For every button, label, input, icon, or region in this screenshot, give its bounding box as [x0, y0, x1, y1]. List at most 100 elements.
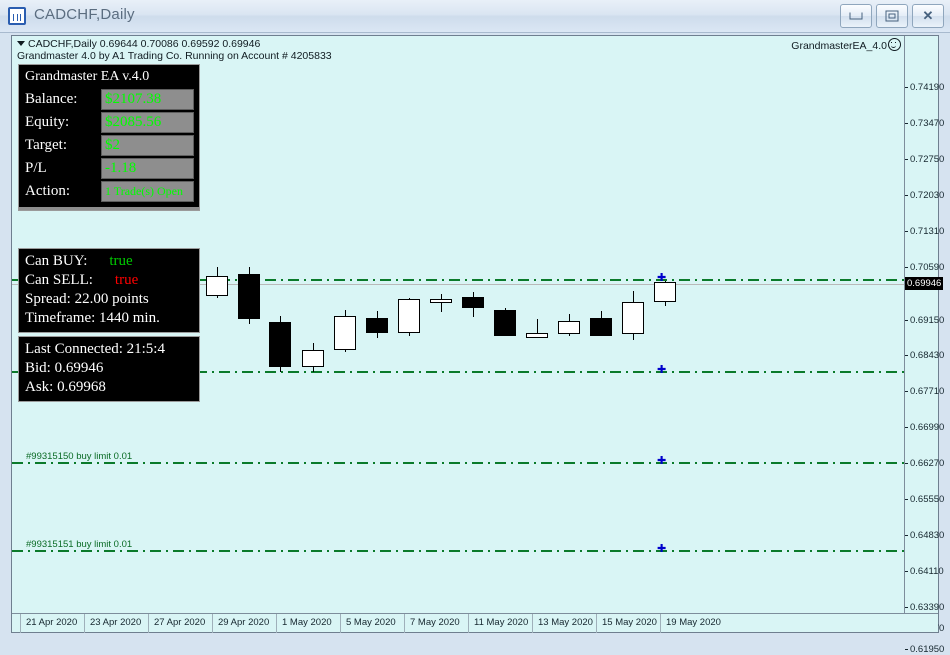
date-tick-separator: [596, 614, 597, 633]
ea-row-action: Action: 1 Trade(s) Open: [19, 180, 199, 203]
ea-value-balance[interactable]: $2107.38: [101, 89, 194, 110]
candle-body: [622, 302, 644, 334]
price-tick: 0.69150: [905, 315, 944, 326]
smiley-face-icon: [888, 38, 901, 51]
chart-header-ea-info: Grandmaster 4.0 by A1 Trading Co. Runnin…: [17, 50, 332, 62]
date-tick-separator: [340, 614, 341, 633]
candle-body: [269, 322, 291, 367]
price-tick: 0.66270: [905, 458, 944, 469]
mt4-chart-window: CADCHF,Daily ✕ CADCHF,Daily 0.69644 0.70…: [0, 0, 950, 639]
price-tick: 0.66990: [905, 422, 944, 433]
candle-body: [462, 297, 484, 308]
minimize-icon: [850, 13, 863, 20]
lower-level-arrow-icon: [657, 366, 666, 375]
ea-value-pl[interactable]: -1.18: [101, 158, 194, 179]
price-tick: 0.65550: [905, 494, 944, 505]
date-tick-separator: [660, 614, 661, 633]
minimize-button[interactable]: [840, 4, 872, 28]
price-tick: 0.64110: [905, 566, 944, 577]
candle-body: [494, 310, 516, 336]
restore-icon: [886, 11, 899, 22]
chart-plot-area[interactable]: CADCHF,Daily 0.69644 0.70086 0.69592 0.6…: [12, 36, 905, 614]
order-arrow-icon-2: [657, 545, 666, 554]
date-tick: 19 May 2020: [666, 617, 721, 628]
order-label-2[interactable]: #99315151 buy limit 0.01: [26, 539, 132, 550]
date-tick-separator: [212, 614, 213, 633]
ea-status-panel: Can BUY: true Can SELL:true Spread: 22.00…: [18, 248, 200, 333]
price-tick: 0.72030: [905, 190, 944, 201]
ea-name-tag: GrandmasterEA_4.0: [791, 38, 901, 52]
candle-body: [558, 321, 580, 334]
date-tick-separator: [276, 614, 277, 633]
price-tick: 0.68430: [905, 350, 944, 361]
date-tick: 29 Apr 2020: [218, 617, 269, 628]
ea-value-equity[interactable]: $2085.56: [101, 112, 194, 133]
ea-spread: Spread: 22.00 points: [19, 290, 199, 309]
close-icon: ✕: [922, 10, 935, 22]
close-button[interactable]: ✕: [912, 4, 944, 28]
date-tick: 27 Apr 2020: [154, 617, 205, 628]
ea-timeframe: Timeframe: 1440 min.: [19, 309, 199, 328]
window-title-bar: CADCHF,Daily ✕: [0, 0, 950, 33]
ea-panel-divider: [19, 207, 199, 210]
candle-body: [334, 316, 356, 350]
ea-can-sell-label: Can SELL:: [25, 272, 93, 288]
date-tick-separator: [84, 614, 85, 633]
ea-bid: Bid: 0.69946: [19, 359, 199, 378]
date-tick: 13 May 2020: [538, 617, 593, 628]
date-tick-separator: [468, 614, 469, 633]
current-price-label: 0.69946: [905, 277, 943, 290]
price-tick: 0.72750: [905, 154, 944, 165]
ea-can-buy-row: Can BUY: true: [19, 252, 199, 271]
order-line-1[interactable]: [12, 462, 905, 464]
ea-row-balance: Balance: $2107.38: [19, 88, 199, 111]
chart-frame[interactable]: CADCHF,Daily 0.69644 0.70086 0.69592 0.6…: [11, 35, 939, 633]
date-tick-separator: [148, 614, 149, 633]
candle-body: [654, 282, 676, 302]
date-tick: 7 May 2020: [410, 617, 460, 628]
order-label-1[interactable]: #99315150 buy limit 0.01: [26, 451, 132, 462]
date-tick: 21 Apr 2020: [26, 617, 77, 628]
price-tick: 0.70590: [905, 262, 944, 273]
restore-button[interactable]: [876, 4, 908, 28]
candle-body: [206, 276, 228, 296]
candle-body: [590, 318, 612, 336]
ea-can-buy-value: true: [109, 253, 132, 269]
ea-row-target: Target: $2: [19, 134, 199, 157]
chart-menu-triangle-icon[interactable]: [17, 41, 25, 46]
price-axis[interactable]: 0.741900.734700.727500.720300.713100.705…: [904, 36, 938, 614]
price-tick: 0.64830: [905, 530, 944, 541]
ea-can-buy-label: Can BUY:: [25, 253, 87, 269]
ea-label-target: Target:: [25, 137, 101, 154]
ea-panel-title: Grandmaster EA v.4.0: [19, 65, 199, 88]
ea-label-action: Action:: [25, 183, 101, 200]
ea-label-equity: Equity:: [25, 114, 101, 131]
window-controls: ✕: [840, 4, 944, 28]
ea-value-action[interactable]: 1 Trade(s) Open: [101, 181, 194, 202]
candle-body: [398, 299, 420, 333]
date-tick: 11 May 2020: [474, 617, 528, 628]
date-tick: 15 May 2020: [602, 617, 657, 628]
date-tick-separator: [404, 614, 405, 633]
ea-value-target[interactable]: $2: [101, 135, 194, 156]
time-axis[interactable]: 21 Apr 2020 23 Apr 2020 27 Apr 2020 29 Apr …: [12, 613, 938, 632]
ea-connection-panel: Last Connected: 21:5:4 Bid: 0.69946 Ask:…: [18, 336, 200, 402]
candle-wick: [441, 294, 442, 312]
date-tick: 23 Apr 2020: [90, 617, 141, 628]
candle-body: [366, 318, 388, 333]
chart-header-ohlc: CADCHF,Daily 0.69644 0.70086 0.69592 0.6…: [17, 38, 260, 50]
ea-can-sell-row: Can SELL:true: [19, 271, 199, 290]
price-tick: 0.67710: [905, 386, 944, 397]
ea-row-pl: P/L -1.18: [19, 157, 199, 180]
ea-ask: Ask: 0.69968: [19, 378, 199, 397]
ea-row-equity: Equity: $2085.56: [19, 111, 199, 134]
chart-window-icon: [8, 7, 26, 25]
date-tick-separator: [532, 614, 533, 633]
ea-info-panel: Grandmaster EA v.4.0 Balance: $2107.38 E…: [18, 64, 200, 211]
date-tick-separator: [20, 614, 21, 633]
ea-label-pl: P/L: [25, 160, 101, 177]
candle-body: [526, 333, 548, 338]
order-line-2[interactable]: [12, 550, 905, 552]
window-title: CADCHF,Daily: [34, 6, 135, 23]
price-tick: 0.74190: [905, 82, 944, 93]
